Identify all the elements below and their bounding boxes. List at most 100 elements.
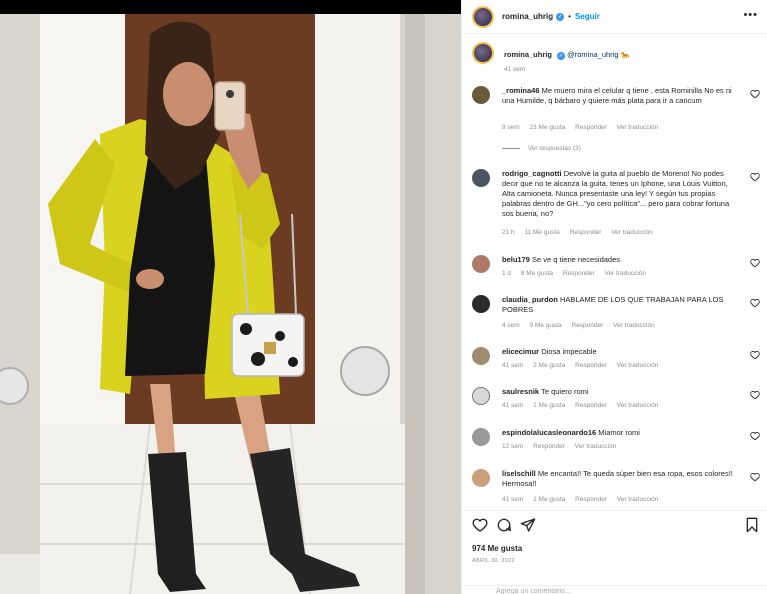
post-side-panel: romina_uhrig ✓ • Seguir ••• romina_uhrig… — [461, 0, 767, 594]
replies-line — [502, 147, 520, 149]
comment-time[interactable]: 4 sem — [502, 322, 520, 329]
reply-button[interactable]: Responder — [575, 496, 607, 503]
comment-avatar[interactable] — [472, 255, 490, 273]
heart-icon[interactable] — [750, 298, 760, 308]
verified-icon: ✓ — [557, 52, 566, 60]
comment-time[interactable]: 12 sem — [502, 443, 523, 450]
post-date: ABRIL 30, 2022 — [472, 558, 515, 564]
comment-avatar[interactable] — [472, 169, 490, 187]
comment-body: Te quiero romi — [541, 387, 589, 396]
share-icon[interactable] — [520, 517, 536, 533]
comment-avatar[interactable] — [472, 428, 490, 446]
heart-icon[interactable] — [750, 350, 760, 360]
comment-text: liselschill Me encanta!! Te queda súper … — [502, 469, 742, 489]
comment-meta: 8 sem 23 Me gusta Responder Ver traducci… — [502, 124, 666, 131]
comment-time[interactable]: 21 h — [502, 229, 515, 236]
comment-meta: 41 sem 1 Me gusta Responder Ver traducci… — [502, 402, 666, 409]
comment-likes[interactable]: 23 Me gusta — [530, 124, 566, 131]
translate-button[interactable]: Ver traducción — [611, 229, 653, 236]
comment-avatar[interactable] — [472, 469, 490, 487]
comment-likes[interactable]: 1 Me gusta — [533, 402, 565, 409]
translate-button[interactable]: Ver traducción — [617, 124, 659, 131]
reply-button[interactable]: Responder — [572, 322, 604, 329]
caption-username[interactable]: romina_uhrig — [504, 50, 552, 59]
comment-meta: 41 sem 1 Me gusta Responder Ver traducci… — [502, 496, 666, 503]
reply-button[interactable]: Responder — [570, 229, 602, 236]
comment-avatar[interactable] — [472, 86, 490, 104]
heart-icon[interactable] — [750, 258, 760, 268]
view-replies-button[interactable]: Ver respuestas (3) — [502, 145, 581, 152]
comment-time[interactable]: 41 sem — [502, 402, 523, 409]
comment-time[interactable]: 8 sem — [502, 124, 520, 131]
reply-button[interactable]: Responder — [563, 270, 595, 277]
comment-time[interactable]: 1 d — [502, 270, 511, 277]
comment-avatar[interactable] — [472, 387, 490, 405]
separator-dot: • — [568, 12, 571, 21]
reply-button[interactable]: Responder — [575, 362, 607, 369]
more-icon[interactable]: ••• — [743, 9, 758, 21]
translate-button[interactable]: Ver traducción — [617, 496, 659, 503]
comment-username[interactable]: saulresnik — [502, 387, 539, 396]
comment-username[interactable]: rodrigo_cagnotti — [502, 169, 562, 178]
post-header: romina_uhrig ✓ • Seguir ••• — [462, 0, 767, 34]
comment-username[interactable]: claudia_purdon — [502, 295, 558, 304]
verified-icon: ✓ — [556, 12, 565, 21]
comments-list[interactable]: romina_uhrig ✓ @romina_uhrig 🐆 41 sem _r… — [462, 34, 767, 510]
comment-time[interactable]: 41 sem — [502, 362, 523, 369]
comment-meta: 21 h 11 Me gusta Responder Ver traducció… — [502, 229, 661, 236]
comment-likes[interactable]: 11 Me gusta — [524, 229, 559, 236]
heart-icon[interactable] — [750, 390, 760, 400]
view-replies-label: Ver respuestas (3) — [527, 145, 581, 152]
follow-button[interactable]: Seguir — [575, 12, 600, 21]
comment-icon[interactable] — [496, 517, 512, 533]
translate-button[interactable]: Ver traducción — [575, 443, 617, 450]
heart-icon[interactable] — [750, 472, 760, 482]
comment-username[interactable]: liselschill — [502, 469, 536, 478]
comment-username[interactable]: espindolalucasleonardo16 — [502, 428, 596, 437]
comment-likes[interactable]: 1 Me gusta — [533, 496, 565, 503]
comment-meta: 4 sem 9 Me gusta Responder Ver traducció… — [502, 322, 663, 329]
mirror-selfie-image — [0, 14, 461, 594]
translate-button[interactable]: Ver traducción — [617, 402, 659, 409]
reply-button[interactable]: Responder — [575, 124, 607, 131]
add-comment-input[interactable]: Agrega un comentario... — [462, 585, 767, 594]
comment-meta: 12 sem Responder Ver traducción — [502, 443, 624, 450]
caption-avatar[interactable] — [472, 42, 494, 64]
translate-button[interactable]: Ver traducción — [613, 322, 655, 329]
post-actions: 974 Me gusta ABRIL 30, 2022 Agrega un co… — [462, 510, 767, 594]
caption-line: romina_uhrig ✓ @romina_uhrig 🐆 — [504, 50, 630, 60]
reply-button[interactable]: Responder — [575, 402, 607, 409]
likes-count[interactable]: 974 Me gusta — [472, 544, 522, 553]
translate-button[interactable]: Ver traducción — [604, 270, 646, 277]
comment-body: Me encanta!! Te queda súper bien esa rop… — [502, 469, 733, 488]
heart-icon[interactable] — [750, 89, 760, 99]
comment-username[interactable]: _romina46 — [502, 86, 540, 95]
comment-avatar[interactable] — [472, 295, 490, 313]
photo-top-bar — [0, 0, 461, 14]
author-username[interactable]: romina_uhrig — [502, 12, 553, 21]
heart-icon[interactable] — [750, 431, 760, 441]
comment-text: saulresnik Te quiero romi — [502, 387, 742, 397]
comment-body: Miamor romi — [598, 428, 640, 437]
comment-likes[interactable]: 8 Me gusta — [521, 270, 553, 277]
comment-body: Se ve q tiene necesidades — [532, 255, 621, 264]
heart-icon[interactable] — [472, 517, 488, 533]
post-photo[interactable] — [0, 0, 461, 594]
bookmark-icon[interactable] — [744, 517, 760, 533]
comment-time[interactable]: 41 sem — [502, 496, 523, 503]
comment-text: rodrigo_cagnotti Devolvé la guita al pue… — [502, 169, 742, 219]
comment-likes[interactable]: 9 Me gusta — [530, 322, 562, 329]
comment-username[interactable]: belu179 — [502, 255, 530, 264]
caption-time[interactable]: 41 sem — [504, 66, 525, 73]
avatar[interactable] — [472, 5, 494, 28]
reply-button[interactable]: Responder — [533, 443, 565, 450]
heart-icon[interactable] — [750, 172, 760, 182]
caption-mention[interactable]: @romina_uhrig — [567, 50, 618, 59]
comment-likes[interactable]: 2 Me gusta — [533, 362, 565, 369]
translate-button[interactable]: Ver traducción — [617, 362, 659, 369]
comment-text: belu179 Se ve q tiene necesidades — [502, 255, 742, 265]
comment-meta: 1 d 8 Me gusta Responder Ver traducción — [502, 270, 654, 277]
caption-emoji: 🐆 — [620, 50, 630, 59]
comment-username[interactable]: elicecimur — [502, 347, 539, 356]
comment-avatar[interactable] — [472, 347, 490, 365]
